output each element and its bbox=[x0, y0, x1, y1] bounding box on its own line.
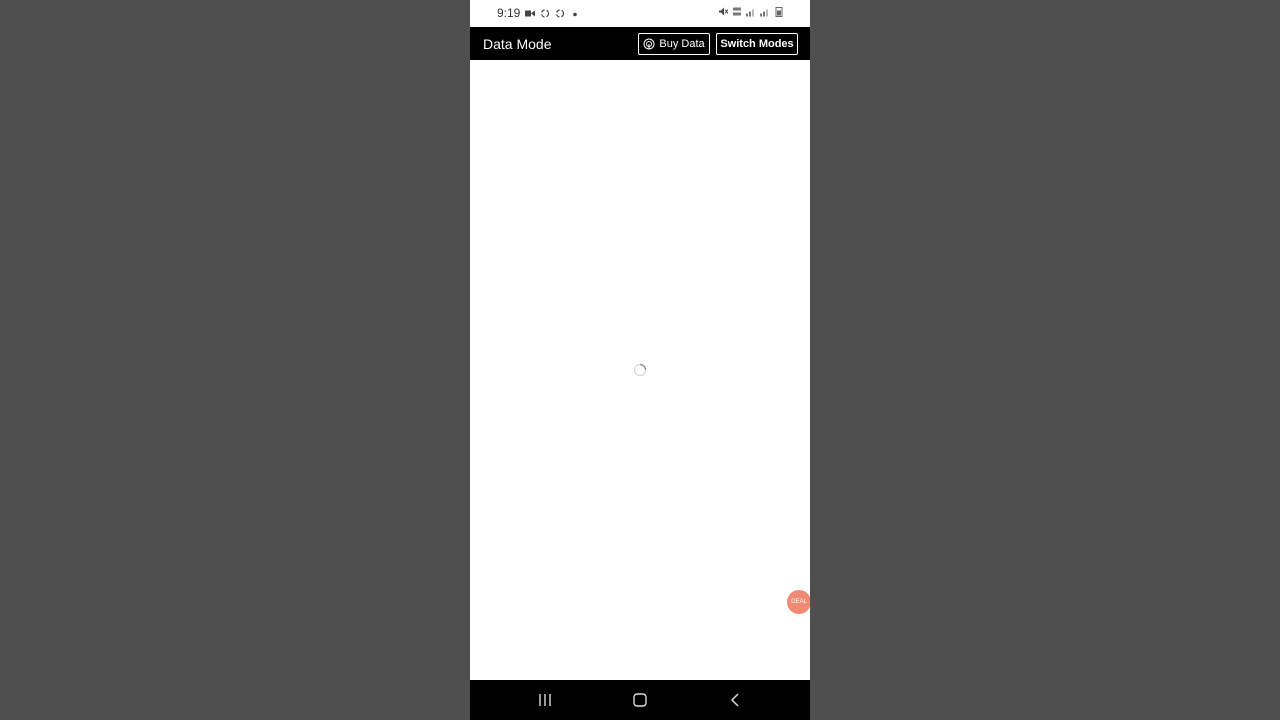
status-left: 9:19 bbox=[497, 6, 580, 20]
buy-data-button[interactable]: Buy Data bbox=[638, 33, 710, 55]
deal-fab-button[interactable]: DEAL bbox=[787, 590, 810, 614]
4g-icon bbox=[733, 7, 741, 16]
page-title: Data Mode bbox=[483, 36, 552, 52]
mute-icon bbox=[719, 7, 728, 16]
battery-icon bbox=[775, 7, 783, 17]
recents-icon[interactable] bbox=[537, 692, 553, 708]
loading-spinner-icon bbox=[633, 363, 647, 377]
sync-icon bbox=[556, 8, 565, 18]
system-nav-bar bbox=[470, 680, 810, 720]
broadcast-icon bbox=[643, 38, 655, 50]
back-icon[interactable] bbox=[727, 692, 743, 708]
buy-data-label: Buy Data bbox=[659, 38, 705, 50]
status-bar: 9:19 bbox=[470, 0, 810, 27]
content-area: DEAL bbox=[470, 60, 810, 680]
fab-label: DEAL bbox=[791, 599, 807, 605]
signal-icon bbox=[760, 9, 768, 17]
home-icon[interactable] bbox=[632, 692, 648, 708]
switch-modes-button[interactable]: Switch Modes bbox=[716, 33, 798, 55]
signal-icon bbox=[746, 9, 754, 17]
app-bar: Data Mode Buy Data Switch Modes bbox=[470, 27, 810, 60]
switch-modes-label: Switch Modes bbox=[720, 38, 794, 50]
status-right bbox=[718, 6, 784, 17]
phone-screen: 9:19 Data Mode Buy Data Switch Modes DEA… bbox=[470, 0, 810, 720]
status-time: 9:19 bbox=[497, 6, 521, 20]
sync-icon bbox=[541, 8, 550, 18]
dot-icon bbox=[573, 12, 578, 16]
video-icon bbox=[525, 10, 536, 16]
